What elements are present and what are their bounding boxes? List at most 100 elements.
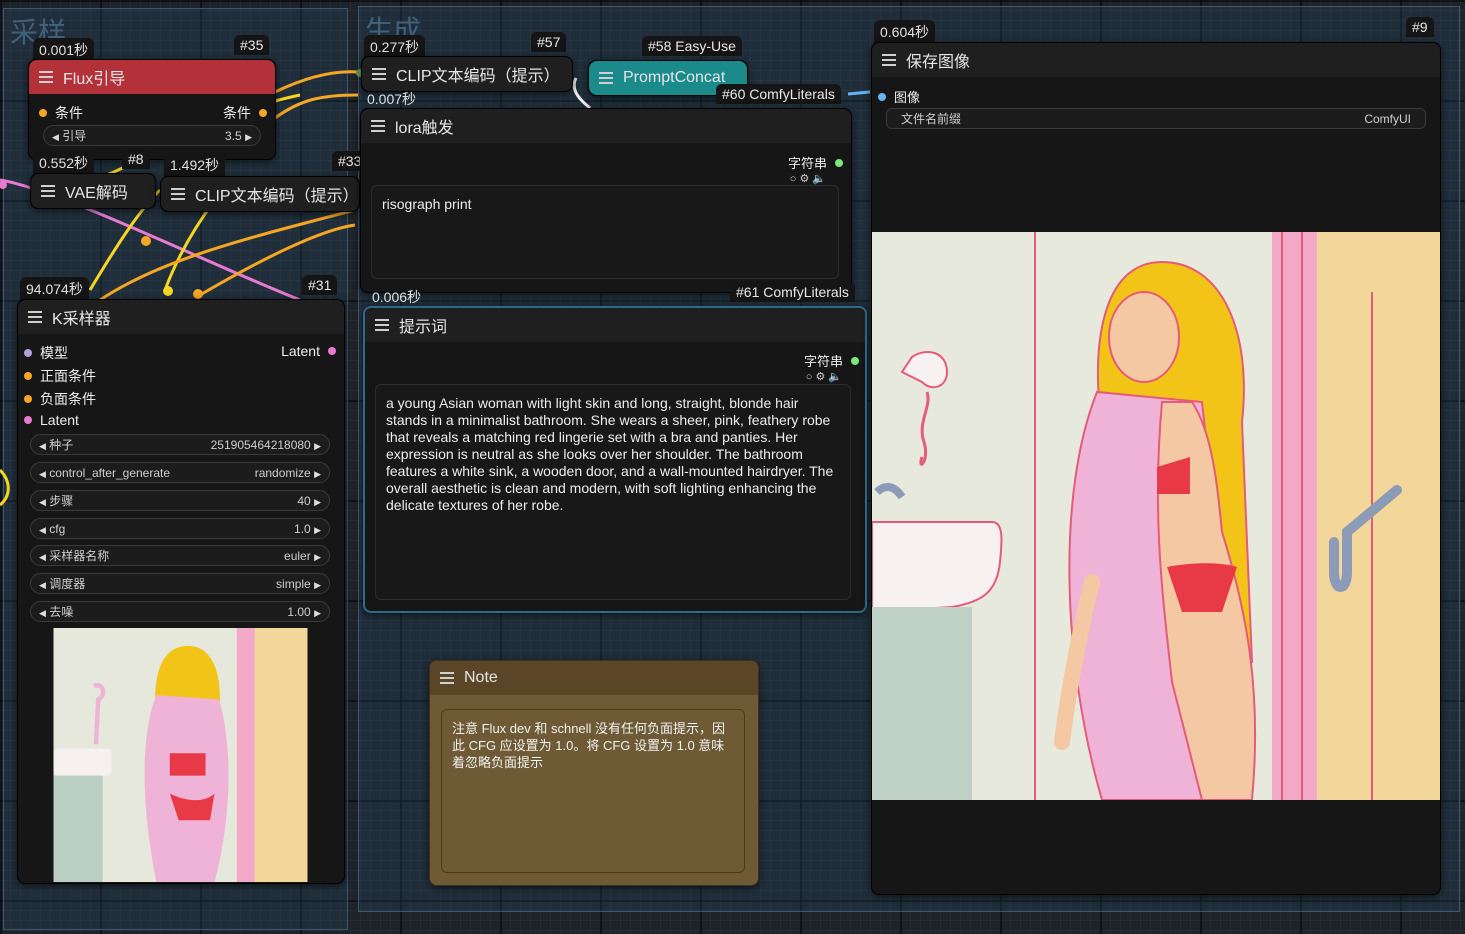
output-dot[interactable] [328, 347, 336, 355]
input-dot[interactable] [24, 416, 32, 424]
clip-top-header[interactable]: CLIP文本编码（提示） [362, 57, 572, 91]
widget-value: euler [284, 548, 311, 563]
widget-label: 种子 [49, 438, 74, 452]
clip-top-title: CLIP文本编码（提示） [396, 68, 560, 85]
decrement-arrow-icon[interactable]: ◀ [39, 608, 46, 618]
guidance-widget[interactable]: ◀ 引导 3.5 ▶ [43, 125, 261, 146]
save-image-preview [872, 232, 1440, 800]
lora-trigger-output[interactable]: 字符串 [788, 153, 843, 172]
save-image-timing: 0.604秒 [874, 20, 936, 44]
prompt-node-textarea[interactable]: a young Asian woman with light skin and … [375, 384, 851, 600]
save-image-input[interactable]: 图像 [878, 87, 920, 106]
increment-arrow-icon[interactable]: ▶ [314, 525, 321, 535]
note-node[interactable]: Note 注意 Flux dev 和 schnell 没有任何负面提示，因此 C… [429, 660, 759, 886]
input-dot[interactable] [24, 395, 32, 403]
ksampler-header[interactable]: K采样器 [18, 300, 344, 334]
sampler-name-widget[interactable]: ◀ 采样器名称 euler ▶ [30, 545, 330, 566]
flux-guidance-node[interactable]: Flux引导 条件 条件 ◀ 引导 3.5 ▶ [28, 59, 276, 160]
input-dot[interactable] [24, 372, 32, 380]
widget-label: 采样器名称 [49, 549, 110, 563]
ksampler-title: K采样器 [52, 311, 111, 328]
widget-value: 40 [297, 493, 311, 508]
input-label: 模型 [40, 345, 68, 361]
prompt-node-id: #61 ComfyLiterals [730, 282, 855, 302]
menu-icon[interactable] [440, 669, 454, 687]
input-dot[interactable] [878, 92, 886, 101]
clip-left-title: CLIP文本编码（提示） [195, 188, 359, 205]
flux-guidance-input[interactable]: 条件 [39, 103, 83, 123]
decrement-arrow-icon[interactable]: ◀ [39, 580, 46, 590]
output-label: 字符串 [787, 156, 827, 171]
input-label: Latent [40, 412, 79, 428]
prompt-node-header[interactable]: 提示词 [365, 308, 865, 342]
output-dot[interactable] [835, 158, 843, 167]
prompt-node[interactable]: 提示词 字符串 ○⚙🔈 a young Asian woman with lig… [363, 306, 867, 613]
increment-arrow-icon[interactable]: ▶ [314, 497, 321, 507]
ksampler-node[interactable]: K采样器 模型 Latent 正面条件 负面条件 Latent ◀ 种子 251… [17, 299, 345, 884]
steps-widget[interactable]: ◀ 步骤 40 ▶ [30, 490, 330, 511]
input-dot[interactable] [24, 349, 32, 357]
widget-label: 步骤 [49, 494, 74, 508]
vae-decode-title: VAE解码 [65, 185, 128, 202]
ksampler-input-latent[interactable]: Latent [24, 412, 79, 428]
flux-guidance-output[interactable]: 条件 [223, 103, 267, 123]
decrement-arrow-icon[interactable]: ◀ [39, 469, 46, 479]
vae-decode-node[interactable]: VAE解码 [30, 173, 156, 209]
prompt-node-output[interactable]: 字符串 [804, 351, 859, 370]
widget-value: 251905464218080 [210, 437, 311, 452]
decrement-arrow-icon[interactable]: ◀ [39, 441, 46, 451]
note-textarea[interactable]: 注意 Flux dev 和 schnell 没有任何负面提示，因此 CFG 应设… [441, 709, 745, 873]
denoise-widget[interactable]: ◀ 去噪 1.00 ▶ [30, 601, 330, 622]
save-image-node[interactable]: 保存图像 图像 文件名前缀 ComfyUI [871, 42, 1441, 895]
control-after-generate-widget[interactable]: ◀ control_after_generate randomize ▶ [30, 462, 330, 483]
scheduler-widget[interactable]: ◀ 调度器 simple ▶ [30, 573, 330, 594]
increment-arrow-icon[interactable]: ▶ [245, 132, 252, 142]
menu-icon[interactable] [599, 69, 613, 87]
clip-left-node[interactable]: CLIP文本编码（提示） [160, 176, 360, 212]
menu-icon[interactable] [372, 65, 386, 83]
menu-icon[interactable] [41, 182, 55, 200]
output-dot[interactable] [851, 356, 859, 365]
save-image-title: 保存图像 [906, 54, 971, 71]
node-status-icons: ○⚙🔈 [805, 371, 845, 383]
increment-arrow-icon[interactable]: ▶ [314, 580, 321, 590]
menu-icon[interactable] [39, 68, 53, 86]
increment-arrow-icon[interactable]: ▶ [314, 441, 321, 451]
note-header[interactable]: Note [430, 661, 758, 695]
input-label: 负面条件 [40, 391, 96, 407]
increment-arrow-icon[interactable]: ▶ [314, 552, 321, 562]
vae-decode-header[interactable]: VAE解码 [31, 174, 155, 208]
widget-label: control_after_generate [49, 465, 171, 480]
decrement-arrow-icon[interactable]: ◀ [39, 552, 46, 562]
increment-arrow-icon[interactable]: ▶ [314, 469, 321, 479]
widget-value: 1.0 [294, 521, 311, 536]
menu-icon[interactable] [375, 316, 389, 334]
lora-trigger-node[interactable]: lora触发 字符串 ○⚙🔈 risograph print [360, 108, 852, 293]
note-title: Note [464, 669, 498, 686]
seed-widget[interactable]: ◀ 种子 251905464218080 ▶ [30, 434, 330, 455]
flux-guidance-title: Flux引导 [63, 71, 126, 88]
cfg-widget[interactable]: ◀ cfg 1.0 ▶ [30, 518, 330, 539]
widget-value: simple [276, 576, 311, 591]
menu-icon[interactable] [171, 185, 185, 203]
filename-prefix-widget[interactable]: 文件名前缀 ComfyUI [886, 108, 1426, 129]
increment-arrow-icon[interactable]: ▶ [314, 608, 321, 618]
decrement-arrow-icon[interactable]: ◀ [39, 525, 46, 535]
output-dot[interactable] [259, 109, 267, 117]
save-image-header[interactable]: 保存图像 [872, 43, 1440, 77]
menu-icon[interactable] [882, 51, 896, 69]
lora-trigger-header[interactable]: lora触发 [361, 109, 851, 143]
ksampler-input-model[interactable]: 模型 [24, 343, 68, 363]
output-label: 字符串 [803, 354, 843, 369]
clip-left-header[interactable]: CLIP文本编码（提示） [161, 177, 359, 211]
menu-icon[interactable] [28, 308, 42, 326]
flux-guidance-header[interactable]: Flux引导 [29, 60, 275, 94]
ksampler-output-latent[interactable]: Latent [281, 343, 336, 359]
lora-trigger-textarea[interactable]: risograph print [371, 185, 839, 279]
decrement-arrow-icon[interactable]: ◀ [52, 132, 59, 142]
decrement-arrow-icon[interactable]: ◀ [39, 497, 46, 507]
menu-icon[interactable] [371, 117, 385, 135]
ksampler-input-positive[interactable]: 正面条件 [24, 366, 96, 386]
input-dot[interactable] [39, 109, 47, 117]
ksampler-input-negative[interactable]: 负面条件 [24, 389, 96, 409]
